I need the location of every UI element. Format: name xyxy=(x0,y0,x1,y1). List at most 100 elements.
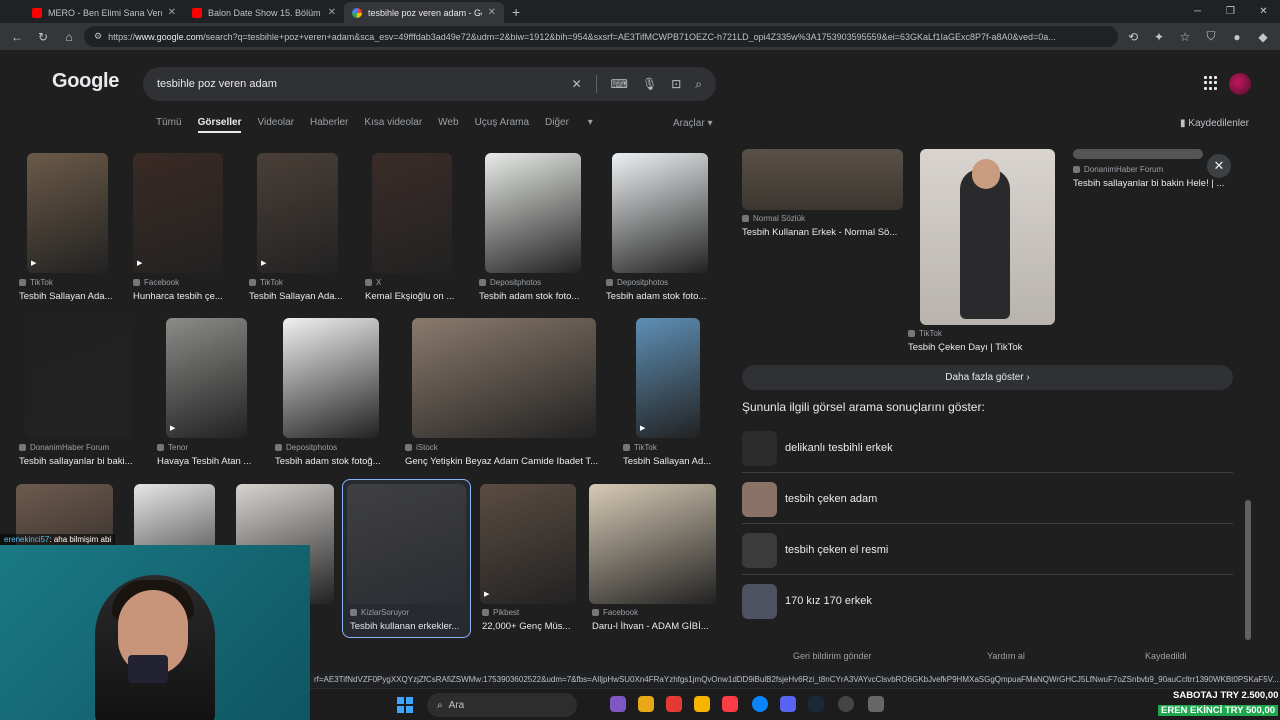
result-thumbnail[interactable] xyxy=(372,153,452,273)
close-tab-icon[interactable]: ✕ xyxy=(168,7,176,18)
favorites-icon[interactable]: ☆ xyxy=(1174,26,1196,48)
result-source: Depositphotos xyxy=(479,278,541,287)
folder-icon[interactable] xyxy=(694,696,710,712)
lens-icon[interactable]: ⊡ xyxy=(671,77,681,91)
obs-icon[interactable] xyxy=(838,696,854,712)
search-input[interactable] xyxy=(157,78,572,90)
result-caption[interactable]: Tesbih Sallayan Ada... xyxy=(249,291,359,302)
scrollbar[interactable] xyxy=(1245,150,1251,650)
result-thumbnail[interactable]: ▶ xyxy=(257,153,338,273)
related-item[interactable]: tesbih çeken adam xyxy=(742,480,1233,518)
feedback-link[interactable]: Geri bildirim gönder xyxy=(793,651,872,661)
related-item[interactable]: 170 kız 170 erkek xyxy=(742,582,1233,620)
microphone-icon[interactable]: 🎙 xyxy=(642,77,657,91)
file-explorer-icon[interactable] xyxy=(638,696,654,712)
tab-videos[interactable]: Videolar xyxy=(257,117,294,133)
clear-icon[interactable]: ✕ xyxy=(572,77,582,91)
result-thumbnail[interactable]: ▶ xyxy=(27,153,108,273)
result-caption[interactable]: Tesbih Sallayan Ad... xyxy=(623,456,733,467)
result-thumbnail[interactable] xyxy=(589,484,716,604)
result-caption[interactable]: Tesbih Çeken Dayı | TikTok xyxy=(908,342,1068,353)
saved-link[interactable]: Kaydedildi xyxy=(1145,651,1187,661)
copilot-app-icon[interactable] xyxy=(610,696,626,712)
result-thumbnail[interactable] xyxy=(485,153,581,273)
result-caption[interactable]: Genç Yetişkin Beyaz Adam Camide Ibadet T… xyxy=(405,456,609,467)
result-caption[interactable]: Tesbih Kullanan Erkek - Normal Sö... xyxy=(742,227,902,238)
back-icon[interactable]: ← xyxy=(6,26,28,48)
close-tab-icon[interactable]: ✕ xyxy=(328,7,336,18)
avatar[interactable] xyxy=(1229,73,1251,95)
home-icon[interactable]: ⌂ xyxy=(58,26,80,48)
reload-icon[interactable]: ↻ xyxy=(32,26,54,48)
browser-tab-2[interactable]: Balon Date Show 15. Bölüm - You ✕ xyxy=(184,2,344,23)
result-caption[interactable]: Tesbih adam stok foto... xyxy=(479,291,595,302)
google-logo[interactable]: Google xyxy=(52,70,119,93)
steam-icon[interactable] xyxy=(808,696,824,712)
result-caption[interactable]: Tesbih adam stok fotoğ... xyxy=(275,456,391,467)
result-caption[interactable]: Kemal Ekşioğlu on ... xyxy=(365,291,475,302)
tab-images[interactable]: Görseller xyxy=(197,117,242,133)
youtube-app-icon[interactable] xyxy=(666,696,682,712)
show-more-button[interactable]: Daha fazla göster › xyxy=(742,365,1233,390)
apps-grid-icon[interactable] xyxy=(1204,76,1218,90)
result-thumbnail[interactable] xyxy=(612,153,708,273)
result-thumbnail[interactable] xyxy=(25,318,132,438)
result-thumbnail[interactable] xyxy=(283,318,379,438)
result-caption[interactable]: Havaya Tesbih Atan ... xyxy=(157,456,267,467)
browser-tab-3[interactable]: tesbihle poz veren adam - Google ✕ xyxy=(344,2,504,23)
video-play-icon: ▶ xyxy=(31,260,37,267)
tab-flights[interactable]: Uçuş Arama xyxy=(475,117,529,133)
extensions-icon[interactable]: ✦ xyxy=(1148,26,1170,48)
youtube-icon xyxy=(32,7,42,18)
divider xyxy=(595,75,597,93)
related-item[interactable]: tesbih çeken el resmi xyxy=(742,531,1233,569)
webcam-overlay xyxy=(0,545,310,720)
close-window-icon[interactable]: ✕ xyxy=(1247,0,1280,22)
maximize-icon[interactable]: ❐ xyxy=(1214,0,1247,22)
browser-tab-1[interactable]: MERO - Ben Elimi Sana Verdim (O ✕ xyxy=(24,2,184,23)
edge-browser-icon[interactable] xyxy=(752,696,768,712)
result-caption[interactable]: Tesbih sallayanlar bi baki... xyxy=(19,456,146,467)
saved-button[interactable]: ▮ Kaydedilenler xyxy=(1180,118,1249,129)
search-icon[interactable]: ⌕ xyxy=(695,77,702,92)
site-info-icon[interactable]: ⚙ xyxy=(94,31,102,42)
result-thumbnail[interactable]: ▶ xyxy=(166,318,247,438)
profile-icon[interactable]: ● xyxy=(1226,26,1248,48)
settings-icon[interactable] xyxy=(868,696,884,712)
translate-icon[interactable]: ⟲ xyxy=(1122,26,1144,48)
copilot-icon[interactable]: ◆ xyxy=(1252,26,1274,48)
result-caption[interactable]: Daru-l İhvan - ADAM GİBİ... xyxy=(592,621,739,632)
tab-all[interactable]: Tümü xyxy=(156,117,182,133)
result-caption[interactable]: Tesbih Sallayan Ada... xyxy=(19,291,129,302)
help-link[interactable]: Yardım al xyxy=(987,651,1025,661)
selected-result-frame xyxy=(342,479,471,638)
result-thumbnail[interactable] xyxy=(412,318,596,438)
tools-button[interactable]: Araçlar ▾ xyxy=(673,118,713,129)
result-source: X xyxy=(365,278,381,287)
keyboard-icon[interactable]: ⌨ xyxy=(611,77,628,91)
tab-web[interactable]: Web xyxy=(438,117,458,133)
divider xyxy=(742,523,1233,524)
result-caption[interactable]: 22,000+ Genç Müs... xyxy=(482,621,598,632)
result-thumbnail[interactable]: ▶ xyxy=(133,153,223,273)
result-thumbnail[interactable]: ▶ xyxy=(636,318,700,438)
discord-icon[interactable] xyxy=(780,696,796,712)
new-tab-icon[interactable]: + xyxy=(504,4,528,23)
windows-start-icon[interactable] xyxy=(397,697,413,713)
close-tab-icon[interactable]: ✕ xyxy=(488,7,496,18)
tab-short-videos[interactable]: Kısa videolar xyxy=(364,117,422,133)
result-caption[interactable]: Tesbih sallayanlar bi bakin Hele! | ... xyxy=(1073,178,1233,189)
close-panel-icon[interactable]: ✕ xyxy=(1207,154,1231,178)
related-item[interactable]: delikanlı tesbihli erkek xyxy=(742,429,1233,467)
url-input[interactable]: ⚙ https://www.google.com/search?q=tesbih… xyxy=(84,26,1118,47)
music-icon[interactable] xyxy=(722,696,738,712)
video-play-icon: ▶ xyxy=(170,425,176,432)
shield-icon[interactable]: ⛉ xyxy=(1200,26,1222,48)
result-caption[interactable]: Hunharca tesbih çe... xyxy=(133,291,243,302)
tab-more[interactable]: Diğer ▾ xyxy=(545,117,609,133)
result-thumbnail[interactable]: ▶ xyxy=(480,484,576,604)
taskbar-search[interactable]: ⌕ Ara xyxy=(427,693,577,717)
minimize-icon[interactable]: ─ xyxy=(1181,0,1214,22)
result-caption[interactable]: Tesbih adam stok foto... xyxy=(606,291,722,302)
tab-news[interactable]: Haberler xyxy=(310,117,348,133)
